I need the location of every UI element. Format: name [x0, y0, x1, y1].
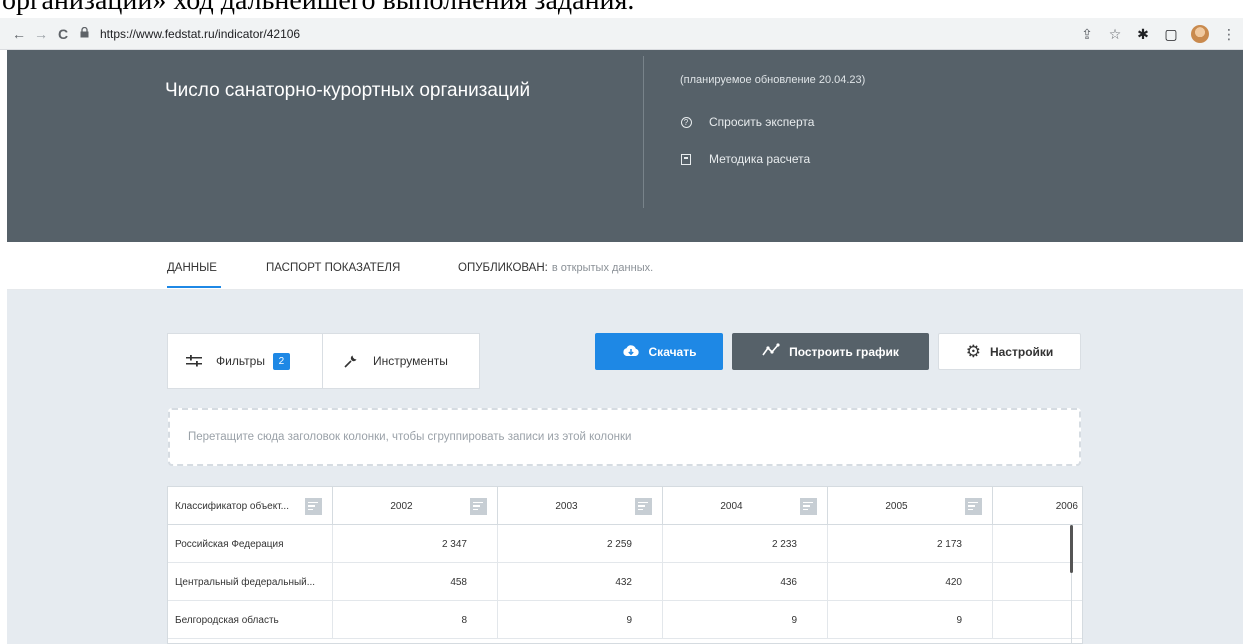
value-cell: 436	[663, 563, 828, 601]
column-header-label: 2006	[1055, 500, 1078, 512]
value-cell: 9	[663, 601, 828, 639]
star-icon[interactable]: ☆	[1107, 26, 1123, 43]
column-header-label: 2005	[885, 500, 908, 512]
table-row[interactable]: Центральный федеральный... 458 432 436 4…	[168, 563, 1082, 601]
avatar[interactable]	[1191, 25, 1209, 43]
column-header-2003[interactable]: 2003	[498, 487, 663, 525]
row-name-cell: Белгородская область	[168, 601, 333, 639]
column-header-label: 2004	[720, 500, 743, 512]
value-cell: 2 347	[333, 525, 498, 563]
column-header-2004[interactable]: 2004	[663, 487, 828, 525]
column-header-classifier[interactable]: Классификатор объект...	[168, 487, 333, 525]
methodology-link[interactable]: Методика расчета	[680, 152, 810, 166]
menu-icon[interactable]: ⋮	[1221, 26, 1237, 43]
value-cell: 432	[498, 563, 663, 601]
published-label: ОПУБЛИКОВАН:	[458, 262, 548, 274]
published-value: в открытых данных.	[551, 262, 654, 274]
back-icon[interactable]: ←	[8, 23, 30, 45]
column-header-label: 2003	[555, 500, 578, 512]
tool-tabs: Фильтры 2 Инструменты	[167, 333, 480, 389]
filters-count-badge: 2	[272, 352, 290, 370]
value-cell: 9	[498, 601, 663, 639]
vertical-scrollbar[interactable]	[1070, 525, 1073, 573]
column-menu-icon[interactable]	[305, 497, 322, 515]
sidebar-icon[interactable]: ▢	[1163, 26, 1179, 43]
gear-icon: ⚙	[965, 341, 981, 361]
value-cell	[993, 601, 1082, 639]
calculator-icon	[680, 153, 692, 165]
methodology-label: Методика расчета	[709, 152, 811, 166]
filters-tab[interactable]: Фильтры 2	[167, 333, 323, 389]
download-label: Скачать	[648, 344, 697, 359]
wrench-icon	[343, 354, 359, 368]
data-table: Классификатор объект... 2002 2003 2004 2…	[167, 486, 1083, 644]
dropzone-hint: Перетащите сюда заголовок колонки, чтобы…	[188, 431, 632, 443]
address-bar[interactable]: https://www.fedstat.ru/indicator/42106	[80, 21, 1080, 46]
tools-label: Инструменты	[373, 354, 448, 368]
tab-passport[interactable]: ПАСПОРТ ПОКАЗАТЕЛЯ	[266, 262, 400, 274]
settings-label: Настройки	[989, 344, 1054, 359]
column-header-2005[interactable]: 2005	[828, 487, 993, 525]
tools-tab[interactable]: Инструменты	[323, 333, 480, 389]
header-divider	[643, 56, 644, 208]
download-button[interactable]: Скачать	[595, 333, 723, 370]
data-panel: Фильтры 2 Инструменты Скачать Построить …	[7, 290, 1243, 644]
value-cell: 458	[333, 563, 498, 601]
value-cell: 420	[828, 563, 993, 601]
value-cell: 8	[333, 601, 498, 639]
value-cell: 9	[828, 601, 993, 639]
update-note: (планируемое обновление 20.04.23)	[680, 74, 866, 86]
table-row[interactable]: Белгородская область 8 9 9 9	[168, 601, 1082, 639]
group-by-dropzone[interactable]: Перетащите сюда заголовок колонки, чтобы…	[168, 408, 1081, 466]
column-header-2006[interactable]: 2006	[993, 487, 1082, 525]
reload-icon[interactable]: C	[52, 23, 74, 45]
published-status: ОПУБЛИКОВАН: в открытых данных.	[458, 262, 653, 274]
table-header: Классификатор объект... 2002 2003 2004 2…	[168, 487, 1082, 525]
page-title: Число санаторно-курортных организаций	[165, 80, 531, 101]
settings-button[interactable]: ⚙ Настройки	[938, 333, 1081, 370]
share-icon[interactable]: ⇪	[1079, 26, 1095, 43]
ask-expert-label: Спросить эксперта	[709, 115, 815, 129]
filters-label: Фильтры	[216, 354, 265, 368]
row-name-cell: Российская Федерация	[168, 525, 333, 563]
column-menu-icon[interactable]	[635, 497, 652, 515]
row-name-cell: Центральный федеральный...	[168, 563, 333, 601]
cloud-download-icon	[622, 344, 640, 360]
column-menu-icon[interactable]	[800, 497, 817, 515]
column-menu-icon[interactable]	[965, 497, 982, 515]
column-header-label: 2002	[390, 500, 413, 512]
extensions-icon[interactable]: ✱	[1135, 26, 1151, 43]
filters-icon	[186, 355, 202, 367]
column-menu-icon[interactable]	[470, 497, 487, 515]
column-header-2002[interactable]: 2002	[333, 487, 498, 525]
value-cell: 2 173	[828, 525, 993, 563]
value-cell: 2 259	[498, 525, 663, 563]
question-icon: ?	[680, 116, 692, 128]
forward-icon[interactable]: →	[30, 23, 52, 45]
browser-toolbar: ← → C https://www.fedstat.ru/indicator/4…	[0, 18, 1243, 50]
browser-tab-strip	[0, 0, 300, 18]
content-tabs: ДАННЫЕ ПАСПОРТ ПОКАЗАТЕЛЯ ОПУБЛИКОВАН: в …	[7, 242, 1243, 290]
url-text: https://www.fedstat.ru/indicator/42106	[100, 26, 301, 41]
chart-line-icon	[762, 343, 780, 360]
lock-icon	[80, 26, 94, 41]
tab-data[interactable]: ДАННЫЕ	[167, 262, 217, 274]
table-row[interactable]: Российская Федерация 2 347 2 259 2 233 2…	[168, 525, 1082, 563]
active-tab-indicator	[167, 286, 221, 288]
column-header-label: Классификатор объект...	[175, 500, 289, 512]
browser-actions: ⇪ ☆ ✱ ▢ ⋮	[1079, 22, 1237, 46]
build-chart-button[interactable]: Построить график	[732, 333, 929, 370]
build-chart-label: Построить график	[789, 344, 899, 359]
ask-expert-link[interactable]: ? Спросить эксперта	[680, 115, 814, 129]
value-cell: 2 233	[663, 525, 828, 563]
indicator-header: Число санаторно-курортных организаций (п…	[7, 50, 1243, 242]
